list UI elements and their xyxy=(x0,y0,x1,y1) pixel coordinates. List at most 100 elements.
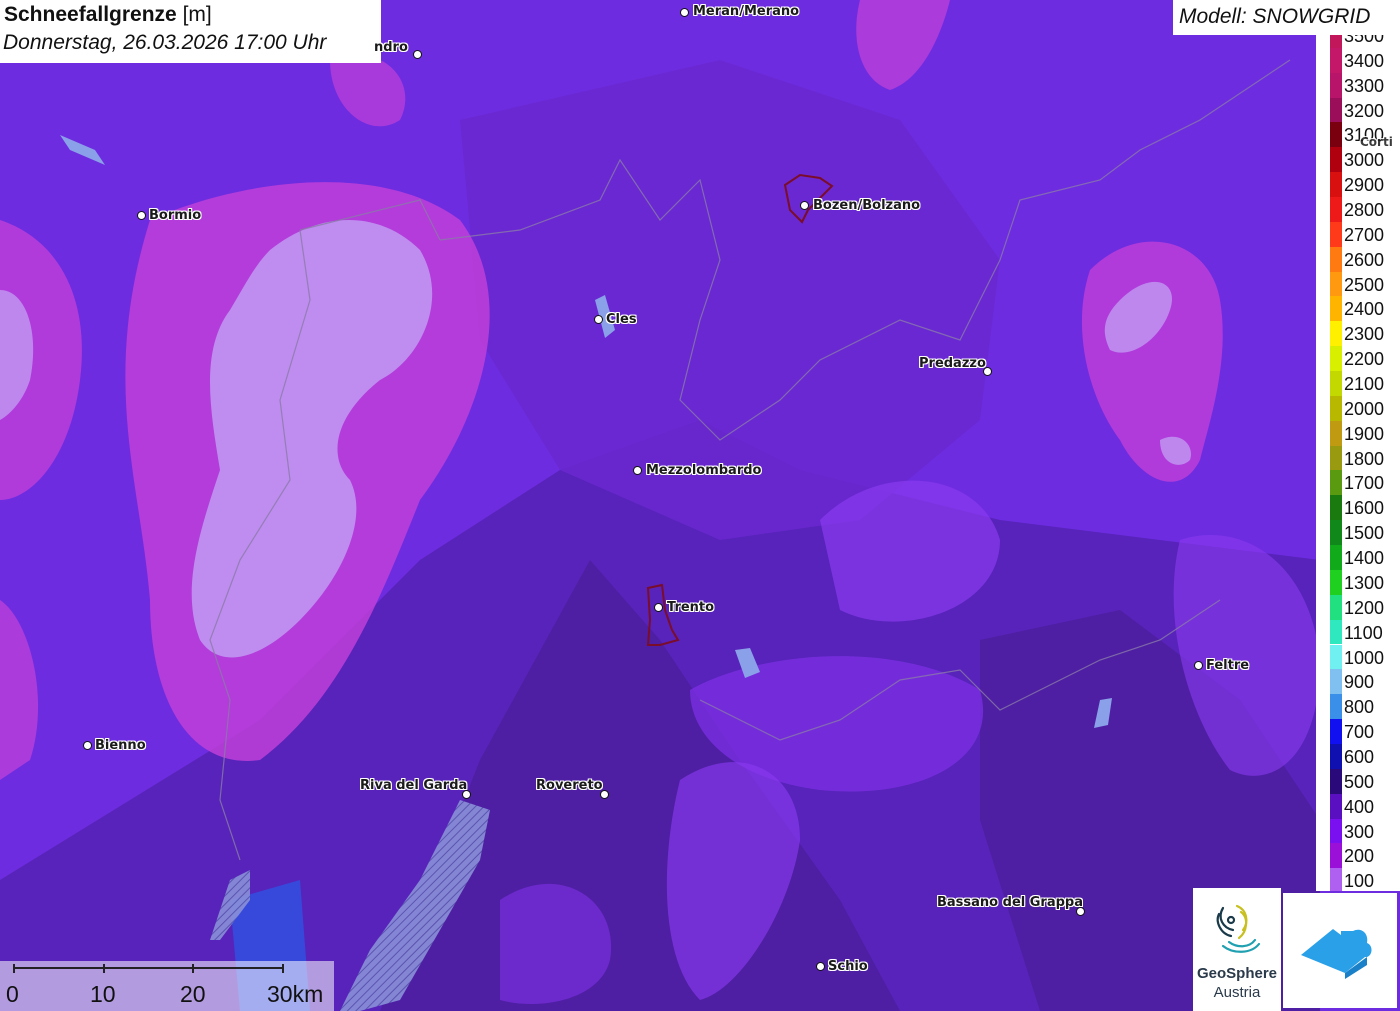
legend-label: 2300 xyxy=(1344,324,1385,345)
model-label: Modell: SNOWGRID xyxy=(1179,5,1371,28)
legend-swatch xyxy=(1330,719,1342,744)
legend-row: 1400 xyxy=(1316,545,1400,570)
city-label-bormio[interactable]: Bormio xyxy=(149,208,201,223)
legend-label: 3200 xyxy=(1344,100,1385,121)
house-cloud-icon xyxy=(1301,929,1372,979)
city-label-rovereto[interactable]: Rovereto xyxy=(536,778,603,793)
legend-swatch xyxy=(1330,545,1342,570)
legend-row: 3000 xyxy=(1316,147,1400,173)
city-dot xyxy=(137,211,146,220)
legend-swatch xyxy=(1330,470,1342,496)
legend-row: 2300 xyxy=(1316,321,1400,347)
city-label-cortina[interactable]: Corti xyxy=(1360,135,1393,149)
legend-swatch xyxy=(1330,371,1342,396)
legend-row: 1100 xyxy=(1316,619,1400,645)
city-label-riva-del-garda[interactable]: Riva del Garda xyxy=(360,778,467,793)
city-label-bienno[interactable]: Bienno xyxy=(95,738,146,753)
city-label-predazzo[interactable]: Predazzo xyxy=(919,356,986,371)
legend-swatch xyxy=(1330,271,1342,297)
scale-bar: 0 10 20 30km xyxy=(0,961,334,1011)
city-label-bassano[interactable]: Bassano del Grappa xyxy=(937,895,1083,910)
city-label-merano[interactable]: Meran/Merano xyxy=(693,4,799,19)
geosphere-sub: Austria xyxy=(1213,984,1261,1001)
scale-label-0: 0 xyxy=(6,981,19,1007)
legend-label: 400 xyxy=(1344,796,1375,817)
legend-swatch xyxy=(1330,35,1342,48)
legend-label: 200 xyxy=(1344,846,1375,867)
legend-row: 300 xyxy=(1316,818,1400,844)
legend-label: 2500 xyxy=(1344,274,1385,295)
legend-label: 1100 xyxy=(1344,622,1383,643)
legend-row: 2700 xyxy=(1316,221,1400,247)
geosphere-name: GeoSphere xyxy=(1196,965,1278,982)
legend-swatch xyxy=(1330,346,1342,372)
scale-label-10: 10 xyxy=(90,981,116,1007)
scale-label-20: 20 xyxy=(180,981,206,1007)
legend-row: 1800 xyxy=(1316,445,1400,471)
legend-row: 2600 xyxy=(1316,246,1400,272)
legend-row: 3200 xyxy=(1316,97,1400,123)
legend-swatch xyxy=(1330,72,1342,98)
legend-row: 1900 xyxy=(1316,420,1400,446)
city-label-cles[interactable]: Cles xyxy=(606,312,637,327)
city-label-ndro[interactable]: ndro xyxy=(374,40,408,55)
legend-label: 100 xyxy=(1344,871,1375,891)
legend-label: 2800 xyxy=(1344,200,1385,221)
map-title-box: Schneefallgrenze [m] Donnerstag, 26.03.2… xyxy=(0,0,381,63)
legend-swatch xyxy=(1330,172,1342,198)
legend-swatch xyxy=(1330,47,1342,73)
city-dot xyxy=(800,201,809,210)
city-label-feltre[interactable]: Feltre xyxy=(1206,658,1249,673)
legend-swatch xyxy=(1330,246,1342,272)
city-dot xyxy=(594,315,603,324)
legend-label: 1000 xyxy=(1344,647,1385,668)
legend-swatch xyxy=(1330,197,1342,222)
map-title: Schneefallgrenze [m] xyxy=(4,3,212,26)
city-label-bolzano[interactable]: Bozen/Bolzano xyxy=(813,198,920,213)
legend-label: 3000 xyxy=(1344,150,1385,171)
legend-row: 3500 xyxy=(1316,35,1400,48)
color-legend: 3500 3400 3300 3200 3100 3000 2900 2800 2700 2600… xyxy=(1316,35,1400,891)
legend-row: 1600 xyxy=(1316,495,1400,521)
legend-swatch xyxy=(1330,296,1342,322)
geosphere-logo[interactable]: GeoSphere Austria xyxy=(1193,888,1281,1011)
city-label-mezzolombardo[interactable]: Mezzolombardo xyxy=(646,463,761,478)
partner-logo[interactable] xyxy=(1283,893,1397,1008)
legend-label: 900 xyxy=(1344,672,1375,693)
legend-swatch xyxy=(1330,669,1342,695)
legend-label: 1800 xyxy=(1344,448,1385,469)
legend-row: 2000 xyxy=(1316,395,1400,421)
legend-swatch xyxy=(1330,843,1342,869)
legend-swatch xyxy=(1330,221,1342,247)
legend-label: 1500 xyxy=(1344,523,1385,544)
city-dot xyxy=(1076,907,1085,916)
legend-label: 2900 xyxy=(1344,175,1385,196)
legend-swatch xyxy=(1330,395,1342,421)
legend-swatch xyxy=(1330,569,1342,595)
legend-label: 1700 xyxy=(1344,473,1385,494)
legend-label: 700 xyxy=(1344,722,1375,743)
legend-swatch xyxy=(1330,420,1342,446)
city-label-schio[interactable]: Schio xyxy=(828,959,868,974)
legend-row: 1700 xyxy=(1316,470,1400,496)
legend-row: 2800 xyxy=(1316,197,1400,222)
legend-swatch xyxy=(1330,818,1342,844)
legend-swatch xyxy=(1330,694,1342,720)
city-dot xyxy=(1194,661,1203,670)
legend-row: 1000 xyxy=(1316,644,1400,670)
legend-swatch xyxy=(1330,793,1342,819)
legend-row: 1300 xyxy=(1316,569,1400,595)
legend-label: 2000 xyxy=(1344,398,1385,419)
legend-row: 800 xyxy=(1316,694,1400,720)
legend-label: 1900 xyxy=(1344,423,1385,444)
legend-label: 2100 xyxy=(1344,374,1385,395)
city-label-trento[interactable]: Trento xyxy=(667,600,714,615)
city-dot xyxy=(462,790,471,799)
scale-label-30km: 30km xyxy=(267,981,324,1007)
legend-row: 2200 xyxy=(1316,346,1400,372)
legend-swatch xyxy=(1330,743,1342,769)
snowfall-line-map[interactable] xyxy=(0,0,1400,1011)
map-datetime: Donnerstag, 26.03.2026 17:00 Uhr xyxy=(3,31,327,54)
legend-swatch xyxy=(1330,495,1342,521)
geosphere-emblem-icon xyxy=(1216,904,1261,953)
